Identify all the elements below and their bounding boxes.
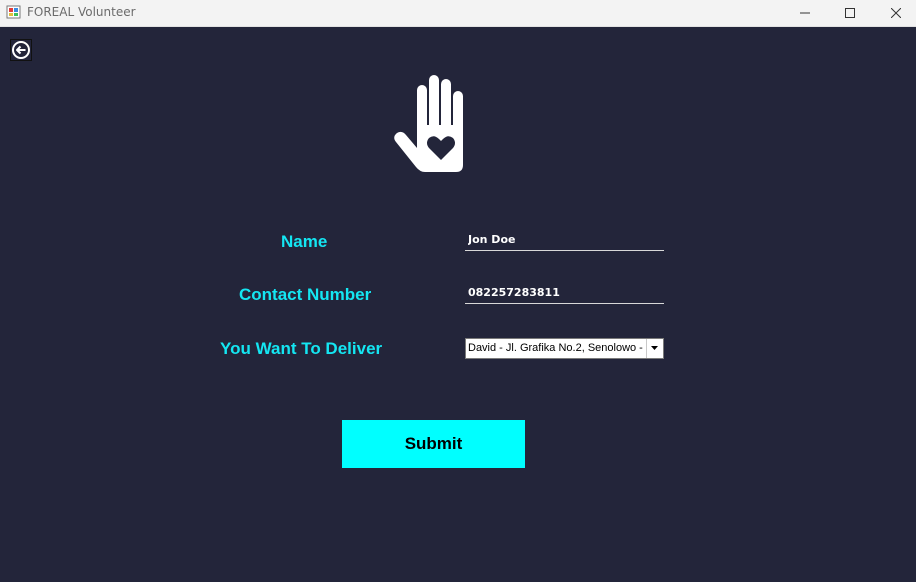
back-button[interactable] bbox=[10, 39, 32, 61]
submit-button[interactable]: Submit bbox=[342, 420, 525, 468]
close-button[interactable] bbox=[873, 0, 916, 26]
close-icon bbox=[891, 8, 901, 18]
minimize-button[interactable] bbox=[782, 0, 828, 26]
contact-number-input[interactable] bbox=[465, 282, 664, 304]
title-bar: FOREAL Volunteer bbox=[0, 0, 916, 27]
name-input[interactable] bbox=[465, 229, 664, 251]
deliver-selected-value: David - Jl. Grafika No.2, Senolowo - 8 bbox=[468, 342, 646, 354]
hand-heart-icon bbox=[394, 75, 463, 172]
hand-heart-logo bbox=[392, 75, 472, 175]
contact-number-label: Contact Number bbox=[239, 285, 372, 304]
minimize-icon bbox=[800, 12, 810, 14]
name-label: Name bbox=[281, 232, 328, 251]
dropdown-toggle[interactable] bbox=[646, 339, 663, 358]
maximize-icon bbox=[845, 8, 855, 18]
app-icon bbox=[6, 4, 22, 20]
deliver-label: You Want To Deliver bbox=[220, 339, 383, 358]
chevron-down-icon bbox=[651, 346, 658, 350]
back-arrow-icon bbox=[12, 41, 30, 59]
window-title: FOREAL Volunteer bbox=[27, 5, 136, 19]
maximize-button[interactable] bbox=[827, 0, 873, 26]
main-panel: Name Contact Number You Want To Deliver … bbox=[0, 27, 916, 582]
deliver-dropdown[interactable]: David - Jl. Grafika No.2, Senolowo - 8 bbox=[465, 338, 664, 359]
